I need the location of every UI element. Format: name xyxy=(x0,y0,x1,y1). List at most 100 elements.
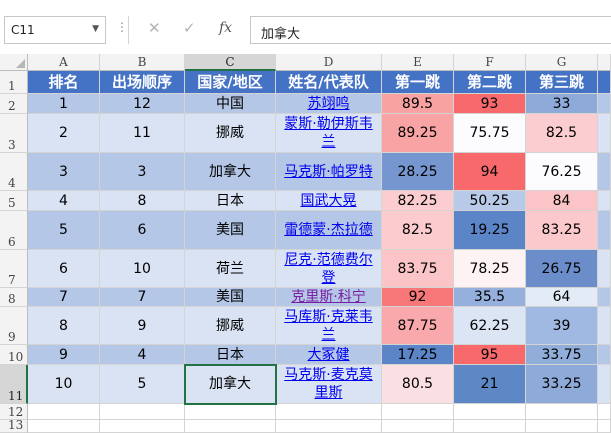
empty-cell[interactable] xyxy=(598,420,611,433)
table-cell[interactable]: 26.75 xyxy=(526,250,598,288)
team-name-link[interactable]: 蒙斯·勒伊斯韦兰 xyxy=(276,114,382,153)
table-header-cell[interactable]: 第二跳 xyxy=(454,71,526,94)
empty-cell[interactable] xyxy=(100,420,185,433)
table-cell[interactable]: 5 xyxy=(28,211,100,250)
empty-cell[interactable] xyxy=(100,404,185,420)
table-cell[interactable] xyxy=(598,288,611,307)
table-cell[interactable]: 33 xyxy=(526,94,598,114)
table-cell[interactable]: 加拿大 xyxy=(185,153,276,191)
table-cell[interactable]: 4 xyxy=(100,345,185,365)
empty-cell[interactable] xyxy=(382,420,454,433)
table-cell[interactable]: 83.75 xyxy=(382,250,454,288)
column-header[interactable]: D xyxy=(276,54,382,71)
team-name-link[interactable]: 克里斯·科宁 xyxy=(276,288,382,307)
column-header[interactable]: E xyxy=(382,54,454,71)
chevron-down-icon[interactable]: ▼ xyxy=(92,24,99,34)
table-cell[interactable]: 3 xyxy=(28,153,100,191)
empty-cell[interactable] xyxy=(598,404,611,420)
team-name-link[interactable]: 大冢健 xyxy=(276,345,382,365)
empty-cell[interactable] xyxy=(185,420,276,433)
row-header[interactable]: 5 xyxy=(0,191,28,211)
empty-cell[interactable] xyxy=(28,420,100,433)
table-cell[interactable]: 4 xyxy=(28,191,100,211)
table-cell[interactable]: 加拿大 xyxy=(185,365,276,404)
column-header[interactable]: C xyxy=(185,54,276,71)
table-cell[interactable]: 6 xyxy=(28,250,100,288)
row-header[interactable]: 6 xyxy=(0,211,28,250)
table-cell[interactable]: 8 xyxy=(28,307,100,345)
table-header-cell[interactable]: 国家/地区 xyxy=(185,71,276,94)
insert-function-icon[interactable]: fx xyxy=(219,20,232,36)
select-all-button[interactable] xyxy=(0,54,28,71)
table-cell[interactable]: 80.5 xyxy=(382,365,454,404)
empty-cell[interactable] xyxy=(382,404,454,420)
table-cell[interactable]: 83.25 xyxy=(526,211,598,250)
table-cell[interactable]: 美国 xyxy=(185,211,276,250)
empty-cell[interactable] xyxy=(526,404,598,420)
name-box[interactable]: C11 ▼ xyxy=(4,16,106,44)
table-cell[interactable]: 82.25 xyxy=(382,191,454,211)
table-header-cell[interactable]: 出场顺序 xyxy=(100,71,185,94)
table-cell[interactable] xyxy=(598,114,611,153)
empty-cell[interactable] xyxy=(28,404,100,420)
row-header[interactable]: 7 xyxy=(0,250,28,288)
table-cell[interactable]: 7 xyxy=(100,288,185,307)
table-cell[interactable]: 76.25 xyxy=(526,153,598,191)
table-cell[interactable]: 33.75 xyxy=(526,345,598,365)
empty-cell[interactable] xyxy=(454,404,526,420)
table-cell[interactable]: 89.25 xyxy=(382,114,454,153)
table-cell[interactable]: 95 xyxy=(454,345,526,365)
table-cell[interactable]: 11 xyxy=(100,114,185,153)
table-cell[interactable]: 78.25 xyxy=(454,250,526,288)
table-cell[interactable] xyxy=(598,94,611,114)
table-cell[interactable]: 5 xyxy=(100,365,185,404)
empty-cell[interactable] xyxy=(276,420,382,433)
table-cell[interactable]: 9 xyxy=(100,307,185,345)
column-header[interactable]: B xyxy=(100,54,185,71)
team-name-link[interactable]: 马克斯·帕罗特 xyxy=(276,153,382,191)
table-header-cell[interactable]: 姓名/代表队 xyxy=(276,71,382,94)
team-name-link[interactable]: 国武大晃 xyxy=(276,191,382,211)
team-name-link[interactable]: 马克斯·麦克莫里斯 xyxy=(276,365,382,404)
table-cell[interactable] xyxy=(598,345,611,365)
empty-cell[interactable] xyxy=(276,404,382,420)
table-cell[interactable]: 1 xyxy=(28,94,100,114)
table-cell[interactable]: 33.25 xyxy=(526,365,598,404)
table-cell[interactable]: 94 xyxy=(454,153,526,191)
check-icon[interactable]: ✓ xyxy=(183,19,196,37)
row-header[interactable]: 1 xyxy=(0,71,28,94)
table-cell[interactable]: 美国 xyxy=(185,288,276,307)
row-header[interactable]: 13 xyxy=(0,418,28,433)
table-cell[interactable]: 62.25 xyxy=(454,307,526,345)
table-cell[interactable]: 12 xyxy=(100,94,185,114)
table-cell[interactable]: 中国 xyxy=(185,94,276,114)
table-cell[interactable]: 6 xyxy=(100,211,185,250)
table-cell[interactable] xyxy=(598,153,611,191)
table-cell[interactable]: 10 xyxy=(28,365,100,404)
table-cell[interactable]: 82.5 xyxy=(382,211,454,250)
table-cell[interactable]: 9 xyxy=(28,345,100,365)
table-header-cell[interactable]: 第一跳 xyxy=(382,71,454,94)
table-cell[interactable] xyxy=(598,365,611,404)
table-cell[interactable]: 7 xyxy=(28,288,100,307)
team-name-link[interactable]: 苏翊鸣 xyxy=(276,94,382,114)
table-cell[interactable]: 荷兰 xyxy=(185,250,276,288)
table-cell[interactable]: 92 xyxy=(382,288,454,307)
table-cell[interactable] xyxy=(598,307,611,345)
table-header-cell[interactable] xyxy=(598,71,611,94)
table-cell[interactable]: 挪威 xyxy=(185,114,276,153)
table-cell[interactable] xyxy=(598,250,611,288)
formula-input[interactable]: 加拿大 xyxy=(250,16,611,44)
table-cell[interactable] xyxy=(598,211,611,250)
table-cell[interactable]: 39 xyxy=(526,307,598,345)
more-icon[interactable]: ⋮ xyxy=(116,20,128,34)
table-cell[interactable]: 93 xyxy=(454,94,526,114)
row-header[interactable]: 8 xyxy=(0,288,28,307)
table-cell[interactable]: 2 xyxy=(28,114,100,153)
row-header[interactable]: 2 xyxy=(0,94,28,114)
table-cell[interactable]: 64 xyxy=(526,288,598,307)
table-cell[interactable]: 82.5 xyxy=(526,114,598,153)
table-cell[interactable]: 日本 xyxy=(185,191,276,211)
empty-cell[interactable] xyxy=(185,404,276,420)
table-cell[interactable]: 21 xyxy=(454,365,526,404)
